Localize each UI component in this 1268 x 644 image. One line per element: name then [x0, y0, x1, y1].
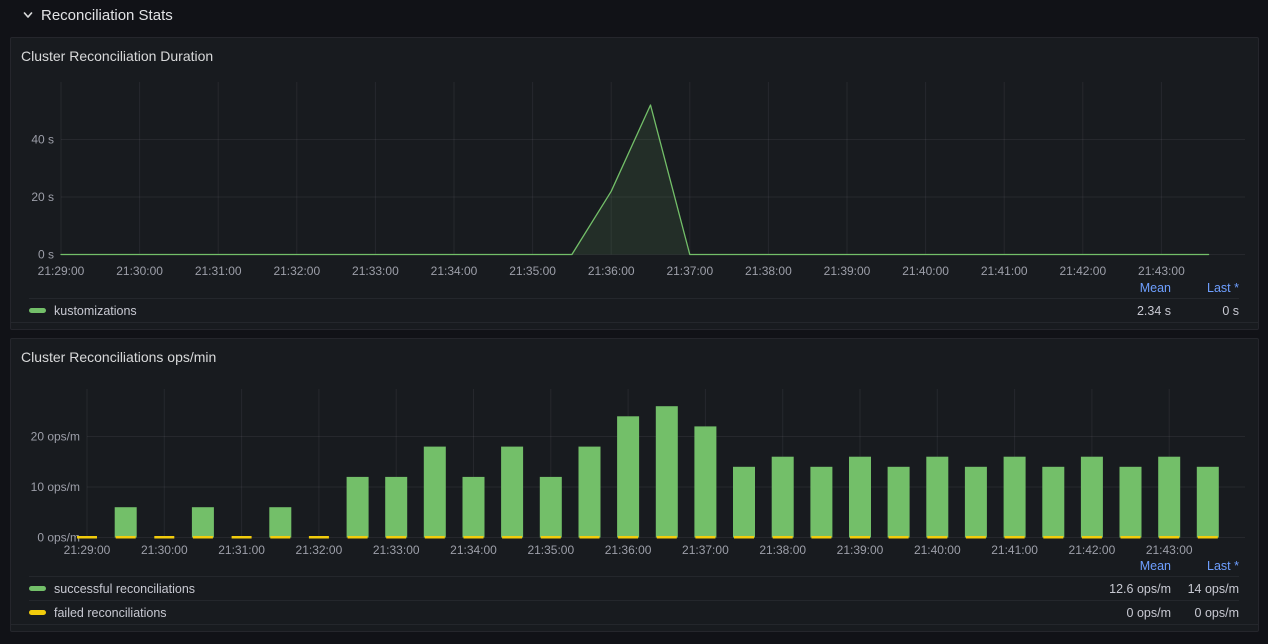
panel-cluster-reconciliation-duration: Cluster Reconciliation Duration 0 s 20 s 4… [10, 37, 1259, 330]
legend-sort-last-button[interactable]: Last * [1171, 559, 1239, 573]
svg-text:21:33:00: 21:33:00 [352, 264, 399, 278]
panel-cluster-reconciliations-ops-min: Cluster Reconciliations ops/min 0 ops/m1… [10, 338, 1259, 632]
svg-text:21:43:00: 21:43:00 [1138, 264, 1185, 278]
legend-last-value: 0 s [1171, 304, 1239, 318]
svg-text:21:30:00: 21:30:00 [116, 264, 163, 278]
svg-text:21:37:00: 21:37:00 [666, 264, 713, 278]
svg-text:21:42:00: 21:42:00 [1059, 264, 1106, 278]
svg-text:21:38:00: 21:38:00 [745, 264, 792, 278]
legend-header: Mean Last * [29, 555, 1239, 576]
ops-legend: Mean Last * successful reconciliations 1… [11, 555, 1258, 625]
legend-item-kustomizations[interactable]: kustomizations 2.34 s 0 s [29, 298, 1239, 322]
duration-chart-canvas[interactable]: 0 s 20 s 40 s 21:29:00 21:30:00 21:31:00 21:32… [11, 74, 1258, 284]
series-color-dash [29, 610, 46, 615]
legend-last-value: 14 ops/m [1171, 582, 1239, 596]
svg-text:21:29:00: 21:29:00 [38, 264, 85, 278]
legend-mean-value: 2.34 s [1051, 304, 1171, 318]
svg-text:10 ops/m: 10 ops/m [31, 480, 80, 494]
svg-text:21:31:00: 21:31:00 [195, 264, 242, 278]
legend-header: Mean Last * [29, 277, 1239, 298]
panel-title[interactable]: Cluster Reconciliations ops/min [11, 339, 216, 365]
chevron-down-icon [22, 9, 34, 21]
legend-series-label: kustomizations [54, 304, 1051, 318]
legend-item-successful-reconciliations[interactable]: successful reconciliations 12.6 ops/m 14… [29, 576, 1239, 600]
series-color-dash [29, 308, 46, 313]
legend-last-value: 0 ops/m [1171, 606, 1239, 620]
ops-chart-canvas[interactable]: 0 ops/m10 ops/m20 ops/m21:29:0021:30:002… [11, 375, 1258, 560]
series-color-dash [29, 586, 46, 591]
svg-text:21:41:00: 21:41:00 [981, 264, 1028, 278]
legend-sort-last-button[interactable]: Last * [1171, 281, 1239, 295]
legend-mean-value: 0 ops/m [1051, 606, 1171, 620]
svg-text:21:39:00: 21:39:00 [824, 264, 871, 278]
svg-text:21:40:00: 21:40:00 [902, 264, 949, 278]
panel-title[interactable]: Cluster Reconciliation Duration [11, 38, 213, 64]
svg-text:20 s: 20 s [31, 190, 54, 204]
svg-text:0 s: 0 s [38, 248, 54, 262]
svg-text:20 ops/m: 20 ops/m [31, 430, 80, 444]
svg-text:21:32:00: 21:32:00 [273, 264, 320, 278]
row-title: Reconciliation Stats [41, 7, 173, 24]
svg-text:40 s: 40 s [31, 133, 54, 147]
legend-sort-mean-button[interactable]: Mean [1051, 281, 1171, 295]
legend-mean-value: 12.6 ops/m [1051, 582, 1171, 596]
legend-item-failed-reconciliations[interactable]: failed reconciliations 0 ops/m 0 ops/m [29, 600, 1239, 624]
svg-text:21:36:00: 21:36:00 [588, 264, 635, 278]
legend-sort-mean-button[interactable]: Mean [1051, 559, 1171, 573]
svg-text:21:34:00: 21:34:00 [431, 264, 478, 278]
legend-series-label: successful reconciliations [54, 582, 1051, 596]
svg-text:21:35:00: 21:35:00 [509, 264, 556, 278]
duration-legend: Mean Last * kustomizations 2.34 s 0 s [11, 277, 1258, 323]
legend-series-label: failed reconciliations [54, 606, 1051, 620]
dashboard-row-toggle[interactable]: Reconciliation Stats [22, 3, 173, 27]
